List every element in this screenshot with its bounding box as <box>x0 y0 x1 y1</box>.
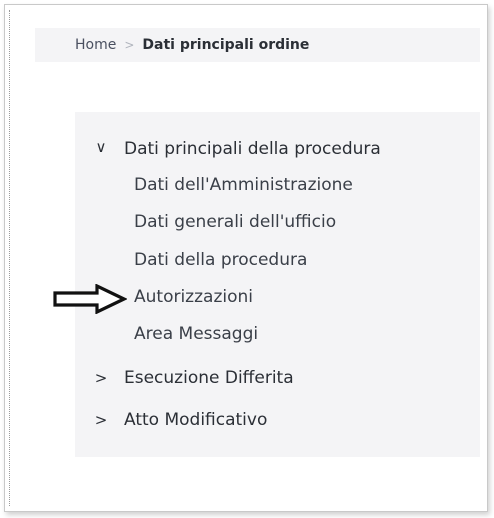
menu-item-autorizzazioni[interactable]: Autorizzazioni <box>134 287 253 307</box>
page-edge-divider <box>9 10 10 506</box>
breadcrumb-current-page: Dati principali ordine <box>142 37 310 53</box>
menu-section-atto-modificativo[interactable]: Atto Modificativo <box>124 410 267 430</box>
breadcrumb-home-link[interactable]: Home <box>75 37 116 53</box>
breadcrumb-separator: > <box>124 38 135 52</box>
chevron-down-icon[interactable]: ∨ <box>93 138 109 156</box>
menu-item-dati-generali-ufficio[interactable]: Dati generali dell'ufficio <box>134 212 336 232</box>
menu-section-esecuzione-differita[interactable]: Esecuzione Differita <box>124 368 294 388</box>
procedure-menu-panel <box>75 112 480 457</box>
menu-section-dati-principali-procedura[interactable]: Dati principali della procedura <box>124 139 381 159</box>
menu-item-area-messaggi[interactable]: Area Messaggi <box>134 324 258 344</box>
breadcrumb: Home > Dati principali ordine <box>35 28 480 62</box>
chevron-right-icon[interactable]: > <box>93 369 109 387</box>
right-arrow-icon <box>53 284 127 314</box>
menu-item-dati-procedura[interactable]: Dati della procedura <box>134 250 307 270</box>
chevron-right-icon[interactable]: > <box>93 411 109 429</box>
menu-item-dati-amministrazione[interactable]: Dati dell'Amministrazione <box>134 175 353 195</box>
